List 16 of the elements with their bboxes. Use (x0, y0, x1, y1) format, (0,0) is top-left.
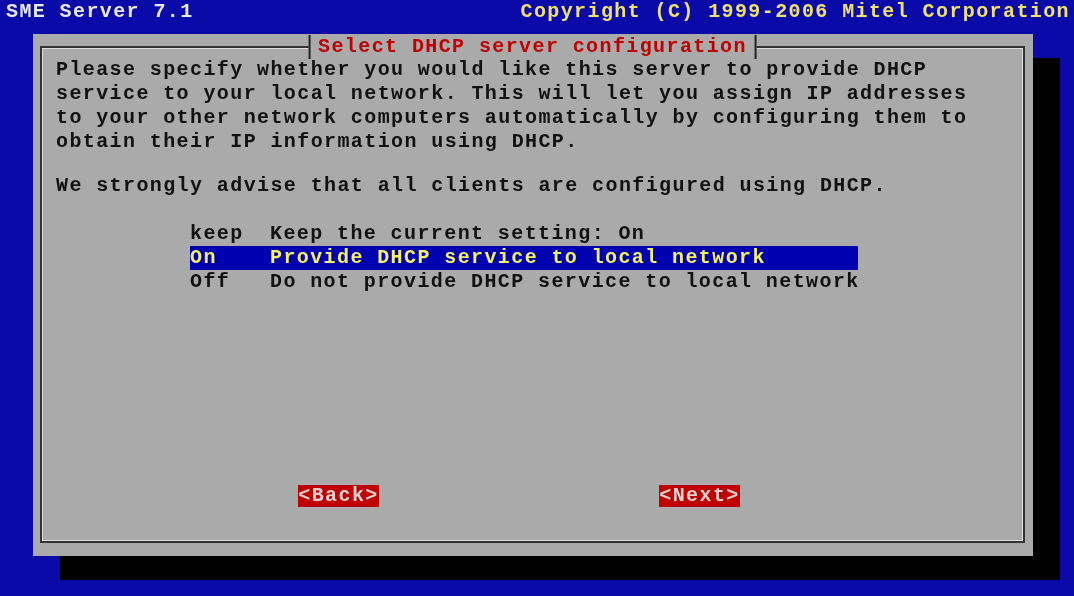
option-label: Keep the current setting: On (270, 222, 646, 246)
copyright-text: Copyright (C) 1999-2006 Mitel Corporation (520, 0, 1070, 24)
description-text: Please specify whether you would like this server to provide DHCP service to your local network. This will let you assign IP addresses to your other network computers automatically by configuring them to obtain their IP information using DHCP. (56, 58, 969, 154)
menu-option[interactable]: Off Do not provide DHCP service to local network (190, 270, 858, 294)
option-tag: Off (190, 270, 270, 294)
menu-option[interactable]: keep Keep the current setting: On (190, 222, 858, 246)
option-label: Provide DHCP service to local network (270, 246, 766, 270)
app-title: SME Server 7.1 (6, 0, 194, 24)
option-label: Do not provide DHCP service to local network (270, 270, 860, 294)
next-button[interactable]: <Next> (659, 485, 740, 507)
back-button[interactable]: <Back> (298, 485, 379, 507)
dialog-title: Select DHCP server configuration (308, 35, 757, 59)
option-tag: On (190, 246, 270, 270)
option-tag: keep (190, 222, 270, 246)
menu-option[interactable]: On Provide DHCP service to local network (190, 246, 858, 270)
description-text: We strongly advise that all clients are configured using DHCP. (56, 174, 888, 198)
